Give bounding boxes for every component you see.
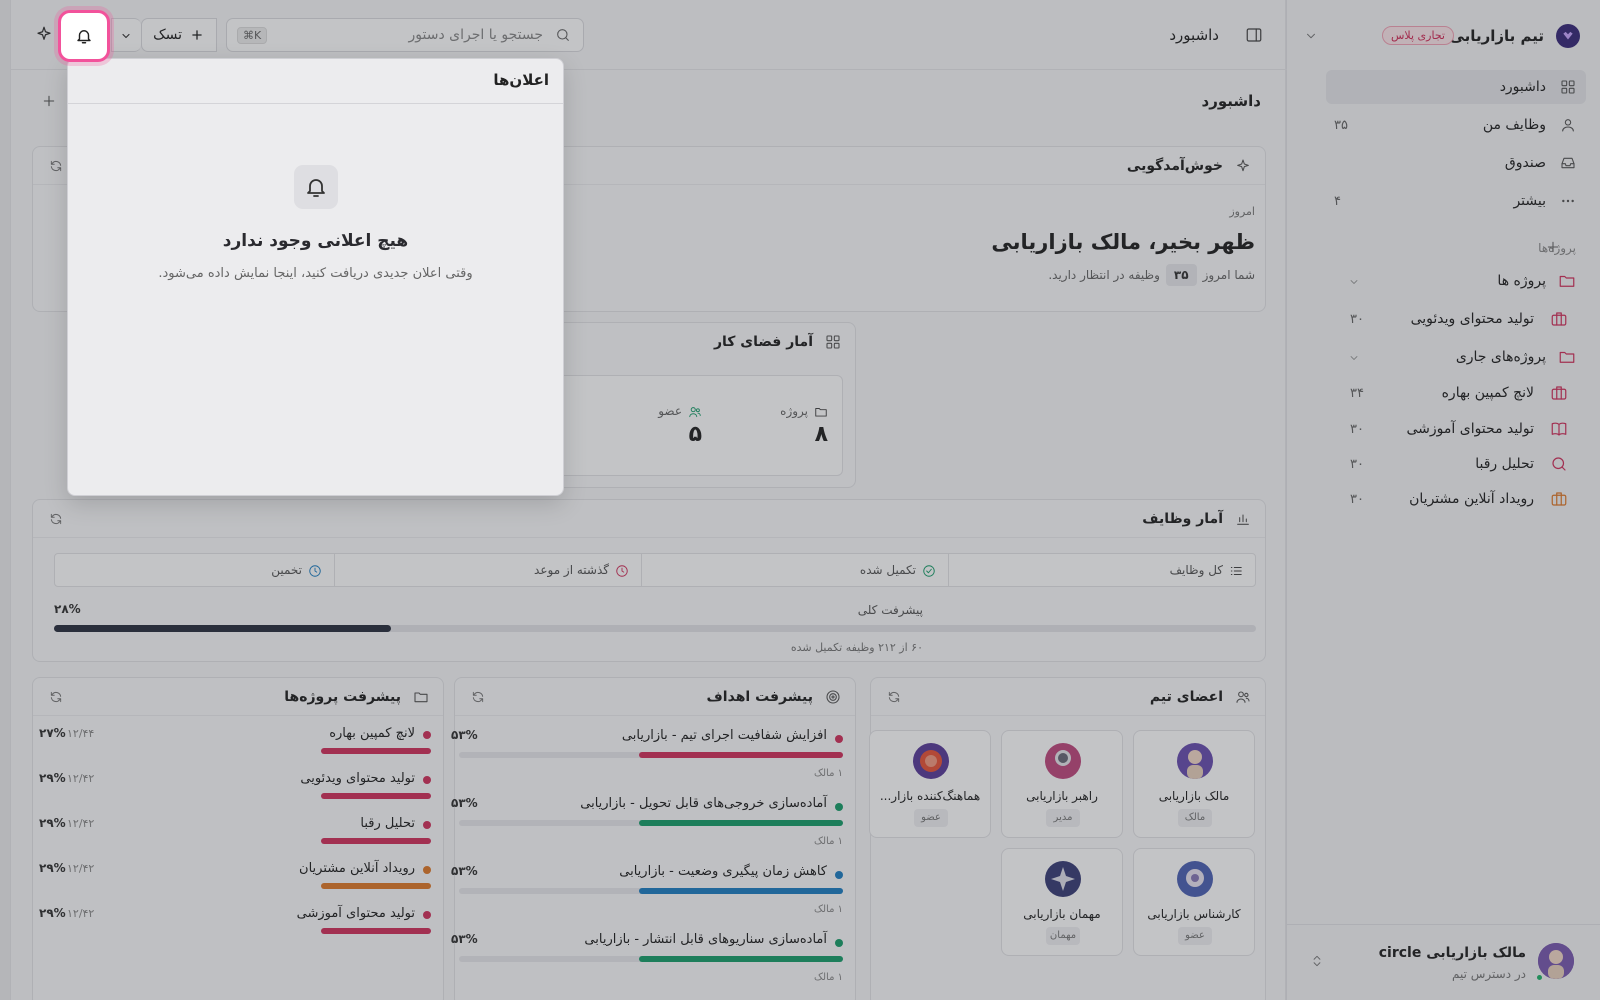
empty-state-title: هیچ اعلانی وجود ندارد	[222, 231, 409, 251]
notifications-title: اعلان‌ها	[493, 71, 549, 89]
empty-state-subtitle: وقتی اعلان جدیدی دریافت کنید، اینجا نمای…	[158, 266, 473, 281]
empty-state-icon-box	[294, 165, 338, 209]
notifications-panel: اعلان‌ها هیچ اعلانی وجود ندارد وقتی اعلا…	[67, 58, 564, 496]
divider	[68, 103, 563, 104]
bell-icon	[307, 179, 325, 197]
bell-icon	[77, 30, 91, 44]
notifications-button[interactable]	[58, 10, 110, 62]
